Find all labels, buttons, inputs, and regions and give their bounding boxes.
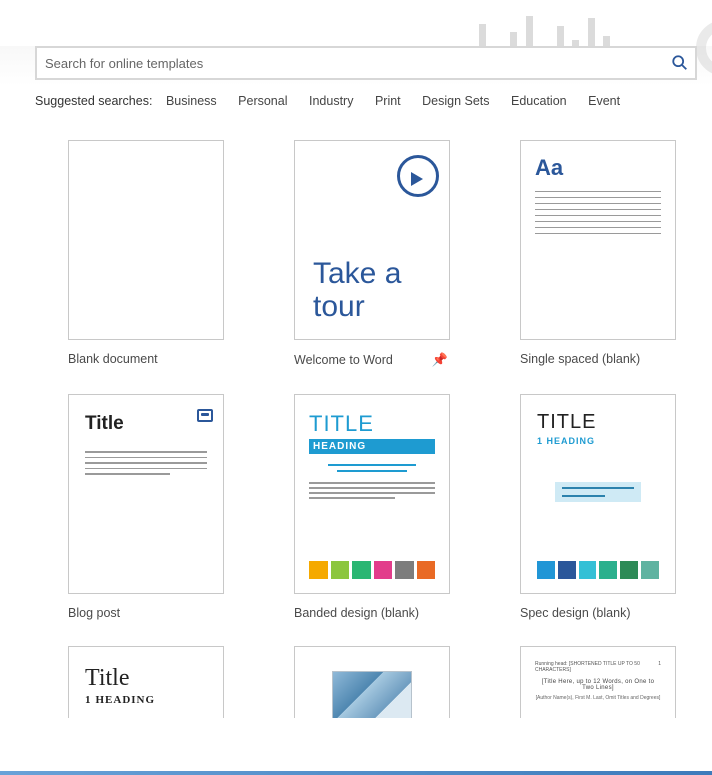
template-blog-post[interactable]: Title Blog post xyxy=(68,394,224,620)
thumb-heading: 1HEADING xyxy=(85,694,207,706)
thumb-title: TITLE xyxy=(309,411,435,437)
suggested-link-print[interactable]: Print xyxy=(375,94,401,108)
template-thumb xyxy=(294,646,450,718)
template-apa-paper[interactable]: Running head: [SHORTENED TITLE UP TO 50 … xyxy=(520,646,676,718)
thumb-heading: HEADING xyxy=(309,439,435,454)
color-swatches xyxy=(537,561,659,579)
thumb-title: Title xyxy=(85,665,207,692)
template-label: Blank document xyxy=(68,352,158,366)
template-single-spaced[interactable]: Aa Single spaced (blank) xyxy=(520,140,676,368)
template-spec-design[interactable]: TITLE 1 HEADING Spec design (blank) xyxy=(520,394,676,620)
paper-author: [Author Name(s), First M. Last, Omit Tit… xyxy=(535,695,661,701)
template-photo-document[interactable] xyxy=(294,646,450,718)
aa-sample: Aa xyxy=(535,155,661,181)
window-bottom-edge xyxy=(0,771,712,775)
template-thumb: Take a tour xyxy=(294,140,450,340)
template-grid: Blank document Take a tour Welcome to Wo… xyxy=(68,140,712,718)
search-icon[interactable] xyxy=(671,54,689,72)
template-thumb: TITLE 1 HEADING xyxy=(520,394,676,594)
template-blank-document[interactable]: Blank document xyxy=(68,140,224,368)
template-label: Spec design (blank) xyxy=(520,606,630,620)
suggested-link-personal[interactable]: Personal xyxy=(238,94,287,108)
window-icon xyxy=(197,409,213,422)
template-report-design[interactable]: Title 1HEADING xyxy=(68,646,224,718)
template-thumb: Running head: [SHORTENED TITLE UP TO 50 … xyxy=(520,646,676,718)
search-input[interactable] xyxy=(37,48,661,78)
suggested-link-designsets[interactable]: Design Sets xyxy=(422,94,489,108)
template-thumb: TITLE HEADING xyxy=(294,394,450,594)
color-swatches xyxy=(309,561,435,579)
suggested-searches: Suggested searches: Business Personal In… xyxy=(35,94,697,108)
template-label: Single spaced (blank) xyxy=(520,352,640,366)
page-number: 1 xyxy=(658,661,661,673)
thumb-title: Title xyxy=(85,413,207,435)
suggested-link-education[interactable]: Education xyxy=(511,94,567,108)
pin-icon[interactable]: 📌 xyxy=(432,352,450,368)
thumb-title: TITLE xyxy=(537,411,659,434)
suggested-link-industry[interactable]: Industry xyxy=(309,94,353,108)
template-banded-design[interactable]: TITLE HEADING Banded xyxy=(294,394,450,620)
photo-placeholder xyxy=(332,671,412,718)
search-box[interactable] xyxy=(35,46,697,80)
template-welcome-to-word[interactable]: Take a tour Welcome to Word 📌 xyxy=(294,140,450,368)
arrow-circle-icon xyxy=(397,155,439,197)
thumb-heading: 1 HEADING xyxy=(537,436,659,446)
template-thumb: Aa xyxy=(520,140,676,340)
running-head: Running head: [SHORTENED TITLE UP TO 50 … xyxy=(535,661,658,673)
template-thumb xyxy=(68,140,224,340)
template-label: Blog post xyxy=(68,606,120,620)
suggested-label: Suggested searches: xyxy=(35,94,152,108)
template-thumb: Title xyxy=(68,394,224,594)
tour-text: Take a tour xyxy=(313,257,449,323)
template-thumb: Title 1HEADING xyxy=(68,646,224,718)
template-label: Welcome to Word xyxy=(294,353,393,367)
suggested-link-event[interactable]: Event xyxy=(588,94,620,108)
suggested-link-business[interactable]: Business xyxy=(166,94,217,108)
paper-title: [Title Here, up to 12 Words, on One to T… xyxy=(535,679,661,691)
template-label: Banded design (blank) xyxy=(294,606,419,620)
